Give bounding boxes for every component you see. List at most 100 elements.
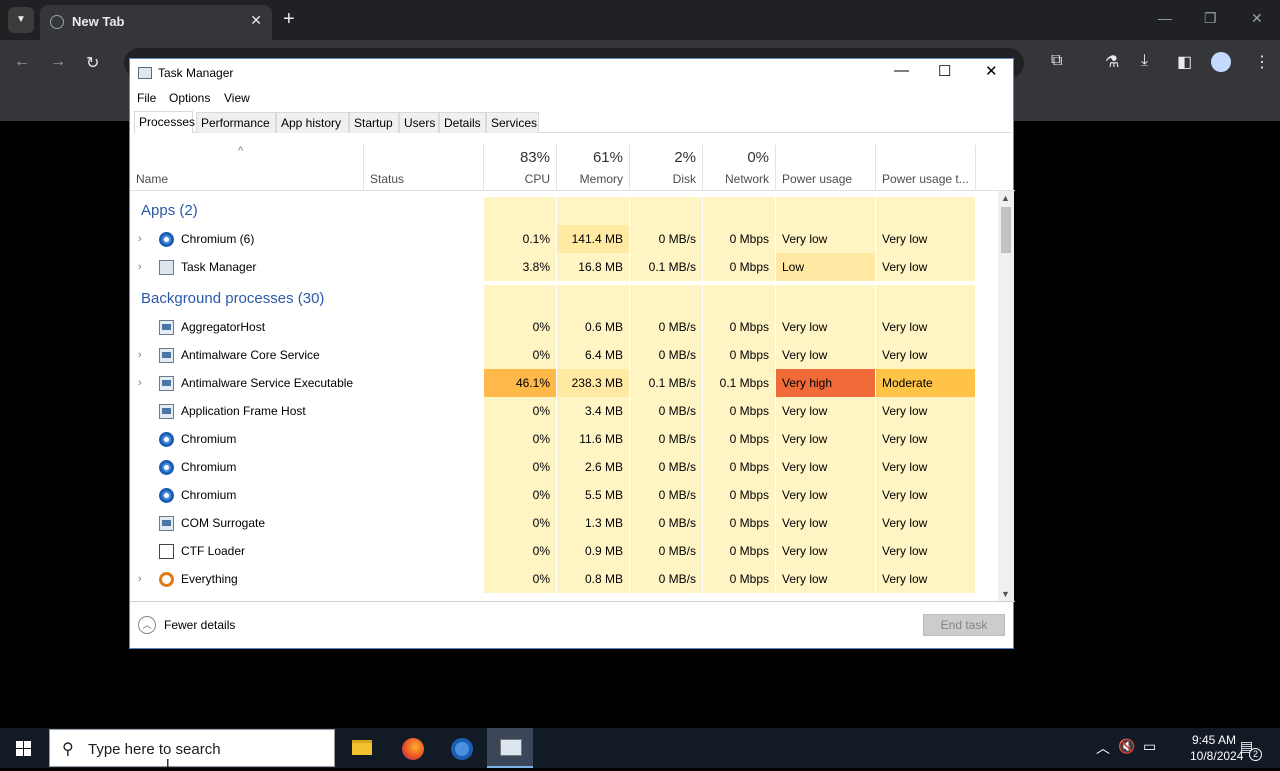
fewer-details-link[interactable]: Fewer details: [164, 618, 235, 632]
scroll-up-arrow-icon[interactable]: ▲: [1001, 193, 1010, 203]
cpu-total-percent: 83%: [519, 149, 550, 166]
heat-cell: [557, 197, 630, 225]
column-header-cpu[interactable]: 83% CPU: [484, 145, 557, 191]
profile-avatar-icon[interactable]: [1211, 52, 1231, 72]
task-manager-titlebar[interactable]: Task Manager — ☐ ✕: [130, 59, 1015, 87]
process-row[interactable]: 0% 0.8 MB 0 MB/s 0 Mbps Very low Very low › Eve…: [130, 565, 976, 593]
footer-bar: ︿ Fewer details End task: [130, 601, 1015, 650]
process-row[interactable]: 0% 11.6 MB 0 MB/s 0 Mbps Very low Very low Chr…: [130, 425, 976, 453]
tab-services[interactable]: Services: [486, 112, 539, 133]
extensions-icon[interactable]: ⧉: [1051, 52, 1062, 70]
process-cpu-cell: 0%: [484, 481, 557, 509]
taskbar-file-explorer[interactable]: [339, 728, 385, 768]
column-header-memory[interactable]: 61% Memory: [557, 145, 630, 191]
scroll-down-arrow-icon[interactable]: ▼: [1001, 589, 1010, 599]
process-disk-cell: 0 MB/s: [630, 565, 703, 593]
taskbar-chromium[interactable]: [438, 728, 484, 768]
download-icon[interactable]: ⤓: [1141, 52, 1148, 70]
expand-chevron-icon[interactable]: ›: [138, 565, 142, 593]
side-panel-icon[interactable]: ◧: [1177, 52, 1192, 72]
disk-total-percent: 2%: [674, 149, 696, 166]
process-cpu-cell: 0%: [484, 341, 557, 369]
chromium-icon: [159, 232, 174, 247]
tab-processes[interactable]: Processes: [134, 111, 195, 133]
scrollbar-thumb[interactable]: [1001, 207, 1011, 253]
menu-view[interactable]: View: [224, 91, 250, 105]
menu-file[interactable]: File: [137, 91, 156, 105]
group-header-apps-label: Apps (2): [141, 202, 198, 219]
taskbar-firefox[interactable]: [389, 728, 435, 768]
browser-close-button[interactable]: ✕: [1251, 10, 1263, 27]
process-cpu-cell: 0%: [484, 397, 557, 425]
process-memory-cell: 0.9 MB: [557, 537, 630, 565]
windows-start-button[interactable]: [0, 728, 48, 768]
process-row[interactable]: 0% 3.4 MB 0 MB/s 0 Mbps Very low Very low Appl…: [130, 397, 976, 425]
process-row[interactable]: 0% 5.5 MB 0 MB/s 0 Mbps Very low Very low Chro…: [130, 481, 976, 509]
browser-menu-icon[interactable]: ⋮: [1254, 52, 1270, 72]
tab-app-history[interactable]: App history: [276, 112, 349, 133]
process-row[interactable]: 0% 6.4 MB 0 MB/s 0 Mbps Very low Very low › Ant…: [130, 341, 976, 369]
expand-chevron-icon[interactable]: ›: [138, 253, 142, 281]
collapse-chevron-icon[interactable]: ︿: [138, 616, 156, 634]
column-header-power-usage[interactable]: Power usage: [776, 145, 876, 191]
process-row[interactable]: 0.1% 141.4 MB 0 MB/s 0 Mbps Very low Very low…: [130, 225, 976, 253]
tab-performance[interactable]: Performance: [196, 112, 276, 133]
network-icon[interactable]: ▭: [1143, 738, 1156, 755]
group-header-apps: Apps (2): [130, 197, 976, 225]
column-header-name[interactable]: ^ Name: [130, 145, 364, 191]
vertical-scrollbar[interactable]: ▲ ▼: [998, 191, 1014, 601]
maximize-button[interactable]: ☐: [938, 62, 951, 80]
browser-minimize-button[interactable]: —: [1158, 10, 1172, 26]
tab-details[interactable]: Details: [439, 112, 486, 133]
expand-chevron-icon[interactable]: ›: [138, 225, 142, 253]
tab-users[interactable]: Users: [399, 112, 439, 133]
process-cpu-cell: 0%: [484, 537, 557, 565]
close-button[interactable]: ✕: [985, 62, 998, 80]
process-list: Apps (2) 0.1% 141.4 MB 0 MB/s 0 Mbps Very low…: [130, 191, 998, 601]
menu-options[interactable]: Options: [169, 91, 210, 105]
process-power-trend-cell: Very low: [876, 537, 976, 565]
minimize-button[interactable]: —: [894, 62, 909, 79]
labs-flask-icon[interactable]: ⚗: [1105, 52, 1119, 72]
process-network-cell: 0 Mbps: [703, 509, 776, 537]
browser-tab[interactable]: New Tab ✕: [40, 5, 272, 40]
volume-muted-icon[interactable]: 🔇: [1118, 738, 1135, 755]
forward-button[interactable]: →: [50, 53, 66, 71]
process-memory-cell: 11.6 MB: [557, 425, 630, 453]
tab-startup[interactable]: Startup: [349, 112, 399, 133]
process-power-trend-cell: Very low: [876, 397, 976, 425]
process-row[interactable]: 0% 2.6 MB 0 MB/s 0 Mbps Very low Very low Chro…: [130, 453, 976, 481]
heat-cell: [703, 285, 776, 313]
process-row[interactable]: 0% 0.9 MB 0 MB/s 0 Mbps Very low Very low CTF …: [130, 537, 976, 565]
expand-chevron-icon[interactable]: ›: [138, 369, 142, 397]
back-button[interactable]: ←: [14, 53, 30, 71]
notification-count-badge: 2: [1249, 748, 1262, 761]
process-name: Everything: [181, 572, 238, 586]
browser-restore-button[interactable]: ❐: [1204, 10, 1217, 27]
process-row[interactable]: 0% 1.3 MB 0 MB/s 0 Mbps Very low Very low COM …: [130, 509, 976, 537]
everything-search-icon: [159, 572, 174, 587]
end-task-button[interactable]: End task: [923, 614, 1005, 636]
tab-search-dropdown-button[interactable]: ▼: [8, 7, 34, 33]
column-header-disk[interactable]: 2% Disk: [630, 145, 703, 191]
reload-button[interactable]: ↻: [86, 53, 99, 73]
column-header-status[interactable]: Status: [364, 145, 484, 191]
sort-caret-icon: ^: [238, 145, 244, 157]
expand-chevron-icon[interactable]: ›: [138, 341, 142, 369]
process-row[interactable]: 46.1% 238.3 MB 0.1 MB/s 0.1 Mbps Very high Mo…: [130, 369, 976, 397]
process-disk-cell: 0 MB/s: [630, 425, 703, 453]
column-header-network[interactable]: 0% Network: [703, 145, 776, 191]
process-power-cell: Very low: [776, 341, 876, 369]
column-header-power-usage-trend[interactable]: Power usage t...: [876, 145, 976, 191]
new-tab-button[interactable]: +: [283, 8, 295, 31]
taskbar-task-manager[interactable]: [487, 728, 533, 768]
process-power-trend-cell: Very low: [876, 313, 976, 341]
show-hidden-icons-chevron-icon[interactable]: ︿: [1096, 738, 1110, 758]
system-clock[interactable]: 9:45 AM 10/8/2024: [1190, 732, 1243, 764]
task-manager-window: Task Manager — ☐ ✕ File Options View Pro…: [129, 58, 1015, 650]
process-row[interactable]: 0% 0.6 MB 0 MB/s 0 Mbps Very low Very low Aggr…: [130, 313, 976, 341]
process-row[interactable]: 3.8% 16.8 MB 0.1 MB/s 0 Mbps Low Very low › Tas…: [130, 253, 976, 281]
tab-close-button[interactable]: ✕: [250, 12, 262, 29]
taskbar-search-box[interactable]: ⚲ Type here to search: [49, 729, 335, 767]
ctf-loader-icon: [159, 544, 174, 559]
